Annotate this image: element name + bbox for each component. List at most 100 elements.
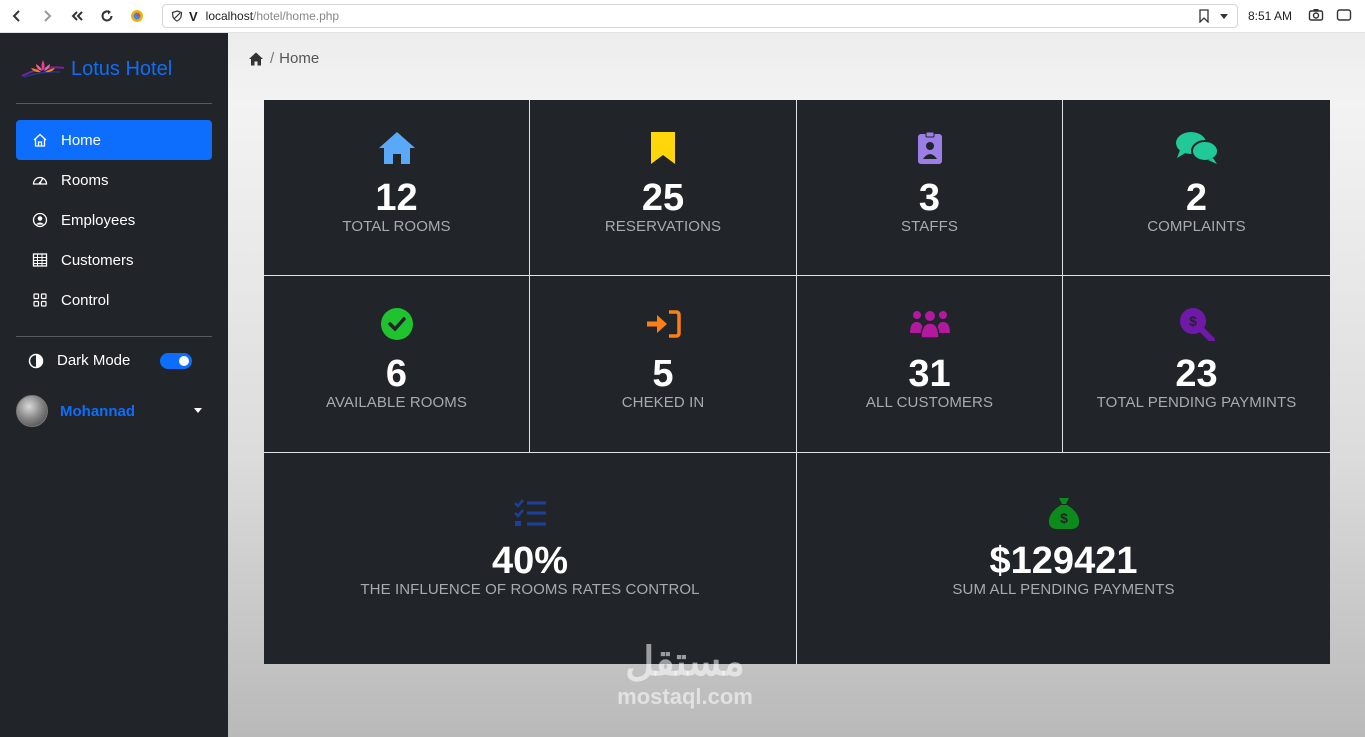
forward-button[interactable] (34, 3, 60, 29)
svg-text:$: $ (1060, 510, 1068, 526)
half-circle-icon (28, 353, 44, 368)
stat-card-staffs[interactable]: 3 STAFFS (797, 100, 1063, 276)
sidebar-item-employees[interactable]: Employees (16, 200, 212, 240)
stat-label: TOTAL ROOMS (342, 218, 451, 235)
stat-value: 40% (491, 540, 569, 582)
url-text: localhost/hotel/home.php (206, 9, 339, 23)
back-arrow-icon (12, 10, 20, 22)
window-icon[interactable] (1336, 7, 1352, 23)
stat-label: ALL CUSTOMERS (865, 394, 994, 411)
sidebar-item-label: Home (61, 131, 102, 149)
stat-value: $129421 (989, 540, 1138, 582)
sidebar-item-home[interactable]: Home (16, 120, 212, 160)
clock-time: 8:51 AM (1248, 9, 1293, 23)
url-path: /hotel/home.php (253, 9, 340, 23)
watermark: مستقل mostaql.com (600, 640, 770, 710)
stat-value: 31 (908, 353, 951, 395)
breadcrumb: / Home (248, 50, 319, 67)
sidebar-item-label: Rooms (61, 171, 109, 189)
rewind-button[interactable] (64, 3, 90, 29)
stat-label: CHEKED IN (621, 394, 705, 411)
stat-value: 3 (918, 177, 941, 219)
camera-icon[interactable] (1308, 7, 1324, 23)
colorful-extension-icon (131, 10, 143, 22)
sidebar-item-label: Employees (61, 211, 136, 229)
stat-card-pending-payments[interactable]: $ 23 TOTAL PENDING PAYMINTS (1063, 276, 1330, 453)
sign-in-icon (645, 306, 681, 342)
dark-mode-toggle[interactable] (160, 353, 192, 369)
sidebar-item-rooms[interactable]: Rooms (16, 160, 212, 200)
money-bag-icon: $ (1047, 495, 1081, 531)
user-menu[interactable]: Mohannad (16, 395, 212, 427)
stat-label: TOTAL PENDING PAYMINTS (1096, 394, 1297, 411)
user-name: Mohannad (60, 402, 135, 420)
stat-card-reservations[interactable]: 25 RESERVATIONS (530, 100, 797, 276)
sidebar-item-control[interactable]: Control (16, 280, 212, 320)
stat-value: 25 (641, 177, 685, 219)
stat-value: 5 (652, 353, 674, 395)
stats-grid: 12 TOTAL ROOMS 25 RESERVATIONS 3 STAFFS … (264, 100, 1330, 664)
sidebar-nav: Home Rooms Employees Customers Control (16, 120, 212, 320)
shield-icon (171, 10, 183, 22)
stat-card-checked-in[interactable]: 5 CHEKED IN (530, 276, 797, 453)
watermark-latin: mostaql.com (617, 684, 753, 709)
breadcrumb-separator: / (270, 50, 275, 67)
avatar (16, 395, 48, 427)
address-bar-actions (1199, 9, 1229, 23)
table-icon (32, 253, 48, 267)
toolbar-right-icons (1308, 7, 1352, 23)
breadcrumb-current: Home (279, 50, 320, 67)
stat-card-all-customers[interactable]: 31 ALL CUSTOMERS (797, 276, 1063, 453)
main-content: / Home 12 TOTAL ROOMS 25 RESERVATIONS 3 … (228, 33, 1365, 737)
vivaldi-v-icon: V (189, 8, 198, 24)
forward-arrow-icon (44, 10, 52, 22)
sidebar-item-label: Customers (61, 251, 134, 269)
people-group-icon (909, 306, 951, 342)
sidebar-divider (16, 103, 212, 104)
stat-label: SUM ALL PENDING PAYMENTS (952, 581, 1175, 598)
caret-down-icon[interactable] (194, 408, 202, 413)
dollar-search-icon: $ (1179, 306, 1215, 342)
extension-icon[interactable] (124, 3, 150, 29)
brand[interactable]: Lotus Hotel (20, 57, 172, 81)
stat-label: AVAILABLE ROOMS (326, 394, 467, 411)
stat-value: 23 (1175, 353, 1218, 395)
address-bar[interactable]: V localhost/hotel/home.php (162, 4, 1238, 28)
brand-name: Lotus Hotel (71, 57, 173, 80)
stat-value: 6 (385, 353, 408, 395)
home-icon (33, 133, 47, 147)
sidebar-item-customers[interactable]: Customers (16, 240, 212, 280)
stat-card-rooms-rates[interactable]: 40% THE INFLUENCE OF ROOMS RATES CONTROL (264, 453, 797, 664)
bookmark-icon (650, 130, 676, 166)
stat-value: 12 (375, 177, 418, 219)
sidebar-divider (16, 336, 212, 337)
stat-card-total-rooms[interactable]: 12 TOTAL ROOMS (264, 100, 530, 276)
stat-card-complaints[interactable]: 2 COMPLAINTS (1063, 100, 1330, 276)
reload-button[interactable] (94, 3, 120, 29)
dark-mode-label: Dark Mode (57, 352, 131, 369)
watermark-arabic: مستقل (625, 640, 745, 684)
list-check-icon (513, 495, 547, 531)
dark-mode-row: Dark Mode (28, 352, 198, 369)
user-circle-icon (32, 212, 48, 228)
stat-card-available-rooms[interactable]: 6 AVAILABLE ROOMS (264, 276, 530, 453)
dropdown-arrow-icon[interactable] (1219, 9, 1229, 23)
grid-icon (33, 293, 47, 307)
stat-label: RESERVATIONS (604, 218, 722, 235)
stat-value: 2 (1185, 177, 1208, 219)
svg-text:$: $ (1189, 313, 1197, 329)
sidebar: Lotus Hotel Home Rooms Employees Custome… (0, 33, 228, 737)
id-badge-icon (917, 130, 943, 166)
stat-label: STAFFS (901, 218, 958, 235)
sidebar-item-label: Control (61, 291, 110, 309)
lotus-logo-icon (21, 60, 65, 78)
house-breadcrumb-icon[interactable] (248, 51, 264, 67)
chat-bubbles-icon (1175, 130, 1219, 166)
url-host: localhost (205, 9, 254, 23)
stat-card-sum-pending-payments[interactable]: $ $129421 SUM ALL PENDING PAYMENTS (797, 453, 1330, 664)
browser-toolbar: V localhost/hotel/home.php 8:51 AM (0, 0, 1365, 33)
bookmark-outline-icon[interactable] (1199, 9, 1209, 23)
stat-label: COMPLAINTS (1147, 218, 1246, 235)
back-button[interactable] (4, 3, 30, 29)
house-icon (378, 130, 416, 166)
